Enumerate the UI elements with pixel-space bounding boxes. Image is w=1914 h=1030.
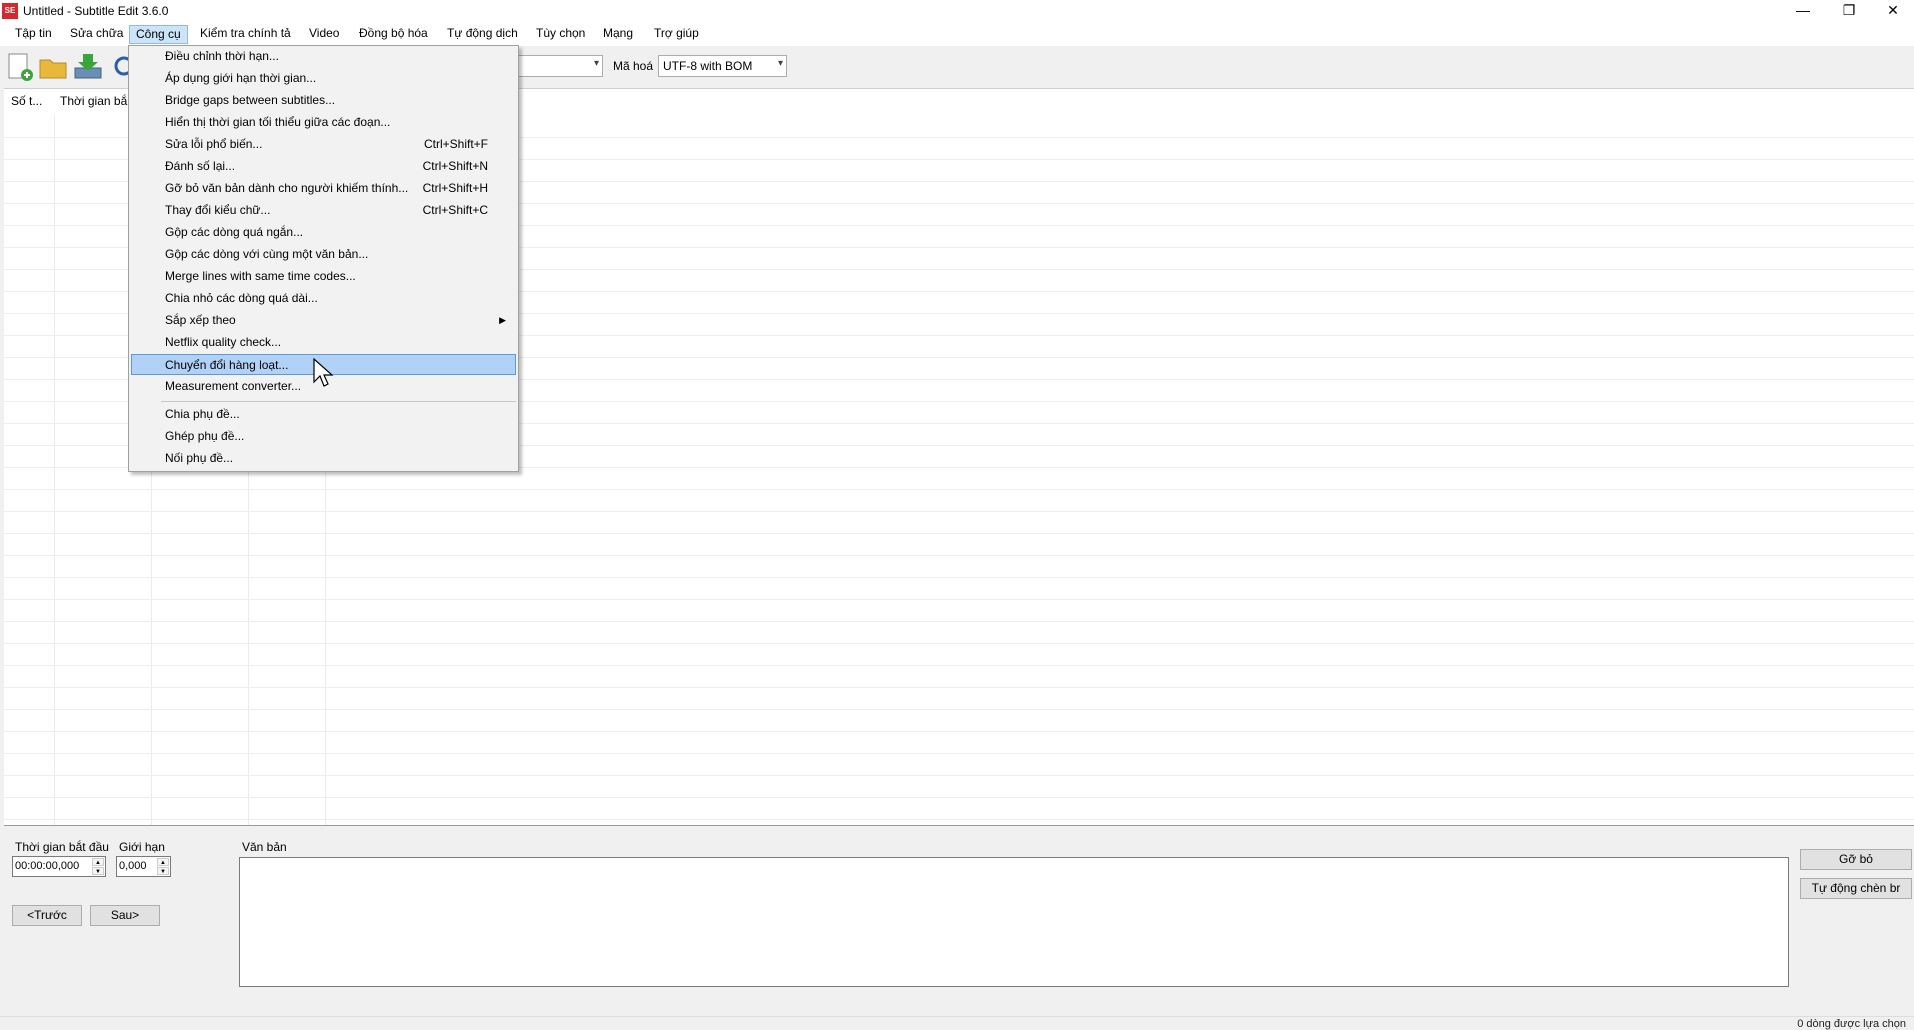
remove-button[interactable]: Gỡ bỏ [1800,849,1912,870]
menu-item-apply-duration-limits[interactable]: Áp dụng giới hạn thời gian... [131,68,516,89]
column-number[interactable]: Số t... [11,94,42,108]
grid-row-line [4,511,1914,512]
menu-tools[interactable]: Công cụ [129,25,188,44]
menu-video[interactable]: Video [303,25,345,44]
menu-item-netflix-check[interactable]: Netflix quality check... [131,332,516,353]
find-icon[interactable] [110,50,134,82]
encoding-select[interactable]: UTF-8 with BOM ▾ [658,55,787,77]
grid-row-line [4,797,1914,798]
grid-row-line [4,533,1914,534]
menu-separator [161,401,516,402]
menu-auto-translate[interactable]: Tự động dịch [441,25,524,44]
menu-item-sort-by[interactable]: Sắp xếp theo ▶ [131,310,516,331]
open-folder-icon[interactable] [37,50,69,82]
menu-item-remove-hearing-impaired[interactable]: Gỡ bỏ văn bản dành cho người khiếm thính… [131,178,516,199]
menu-options[interactable]: Tùy chọn [530,25,591,44]
chevron-down-icon: ▾ [593,58,599,69]
column-divider [54,115,55,825]
download-icon[interactable] [72,50,104,82]
grid-row-line [4,599,1914,600]
menu-item-merge-same-timecodes[interactable]: Merge lines with same time codes... [131,266,516,287]
status-bar: 0 dòng được lựa chọn [0,1016,1914,1030]
previous-button[interactable]: <Trước [12,905,82,926]
grid-row-line [4,687,1914,688]
close-button[interactable]: ✕ [1870,0,1914,22]
auto-br-button[interactable]: Tự động chèn br [1800,878,1912,899]
menu-file[interactable]: Tập tin [9,25,58,44]
spin-up-icon[interactable]: ▲ [92,858,104,866]
shortcut: Ctrl+Shift+F [423,137,488,151]
grid-row-line [4,555,1914,556]
column-start-time[interactable]: Thời gian bắ [60,94,127,108]
menu-spellcheck[interactable]: Kiểm tra chính tả [194,25,297,44]
grid-row-line [4,577,1914,578]
menu-item-renumber[interactable]: Đánh số lại... Ctrl+Shift+N [131,156,516,177]
start-time-label: Thời gian bắt đầu [15,840,109,854]
start-time-input[interactable]: 00:00:00,000 ▲ ▼ [12,856,106,877]
menu-synchronization[interactable]: Đồng bộ hóa [353,25,434,44]
mouse-cursor-icon [313,357,335,390]
status-text: 0 dòng được lựa chọn [1797,1018,1906,1030]
subtitle-text-area[interactable] [239,857,1789,987]
grid-row-line [4,753,1914,754]
menu-item-merge-short-lines[interactable]: Gộp các dòng quá ngắn... [131,222,516,243]
duration-label: Giới hạn [119,840,165,854]
window-title: Untitled - Subtitle Edit 3.6.0 [23,4,169,18]
duration-input[interactable]: 0,000 ▲ ▼ [116,856,171,877]
shortcut: Ctrl+Shift+N [422,159,488,173]
grid-row-line [4,775,1914,776]
grid-row-line [4,731,1914,732]
menu-item-join-subtitles[interactable]: Nối phụ đề... [131,448,516,469]
shortcut: Ctrl+Shift+H [422,181,488,195]
spin-down-icon[interactable]: ▼ [92,867,104,875]
menu-item-split-long-lines[interactable]: Chia nhỏ các dòng quá dài... [131,288,516,309]
menu-bar: Tập tin Sửa chữa Công cụ Kiểm tra chính … [0,22,1914,46]
menu-edit[interactable]: Sửa chữa [64,25,129,44]
menu-network[interactable]: Mạng [597,25,639,44]
new-file-icon[interactable] [4,50,36,82]
menu-item-bridge-gaps[interactable]: Bridge gaps between subtitles... [131,90,516,111]
tools-menu-dropdown: Điều chỉnh thời hạn... Áp dụng giới hạn … [128,45,519,472]
submenu-arrow-icon: ▶ [499,315,506,325]
menu-item-adjust-durations[interactable]: Điều chỉnh thời hạn... [131,46,516,67]
title-bar: SE Untitled - Subtitle Edit 3.6.0 — ❐ ✕ [0,0,1914,22]
chevron-down-icon: ▾ [777,58,783,69]
app-icon: SE [2,3,18,19]
menu-item-min-gap[interactable]: Hiển thị thời gian tối thiểu giữa các đo… [131,112,516,133]
shortcut: Ctrl+Shift+C [422,203,488,217]
menu-item-merge-same-text[interactable]: Gộp các dòng với cùng một văn bản... [131,244,516,265]
menu-item-change-casing[interactable]: Thay đổi kiểu chữ... Ctrl+Shift+C [131,200,516,221]
grid-row-line [4,819,1914,820]
maximize-button[interactable]: ❐ [1826,0,1872,22]
menu-item-fix-common-errors[interactable]: Sửa lỗi phổ biến... Ctrl+Shift+F [131,134,516,155]
spin-down-icon[interactable]: ▼ [157,867,169,875]
spin-up-icon[interactable]: ▲ [157,858,169,866]
minimize-button[interactable]: — [1780,0,1826,22]
menu-item-split-subtitle[interactable]: Chia phụ đề... [131,404,516,425]
menu-item-append-subtitle[interactable]: Ghép phụ đề... [131,426,516,447]
menu-help[interactable]: Trợ giúp [648,25,705,44]
grid-row-line [4,665,1914,666]
grid-row-line [4,621,1914,622]
text-label: Văn bản [242,840,287,854]
grid-row-line [4,709,1914,710]
grid-row-line [4,643,1914,644]
grid-row-line [4,489,1914,490]
encoding-label: Mã hoá [613,59,654,73]
next-button[interactable]: Sau> [90,905,160,926]
